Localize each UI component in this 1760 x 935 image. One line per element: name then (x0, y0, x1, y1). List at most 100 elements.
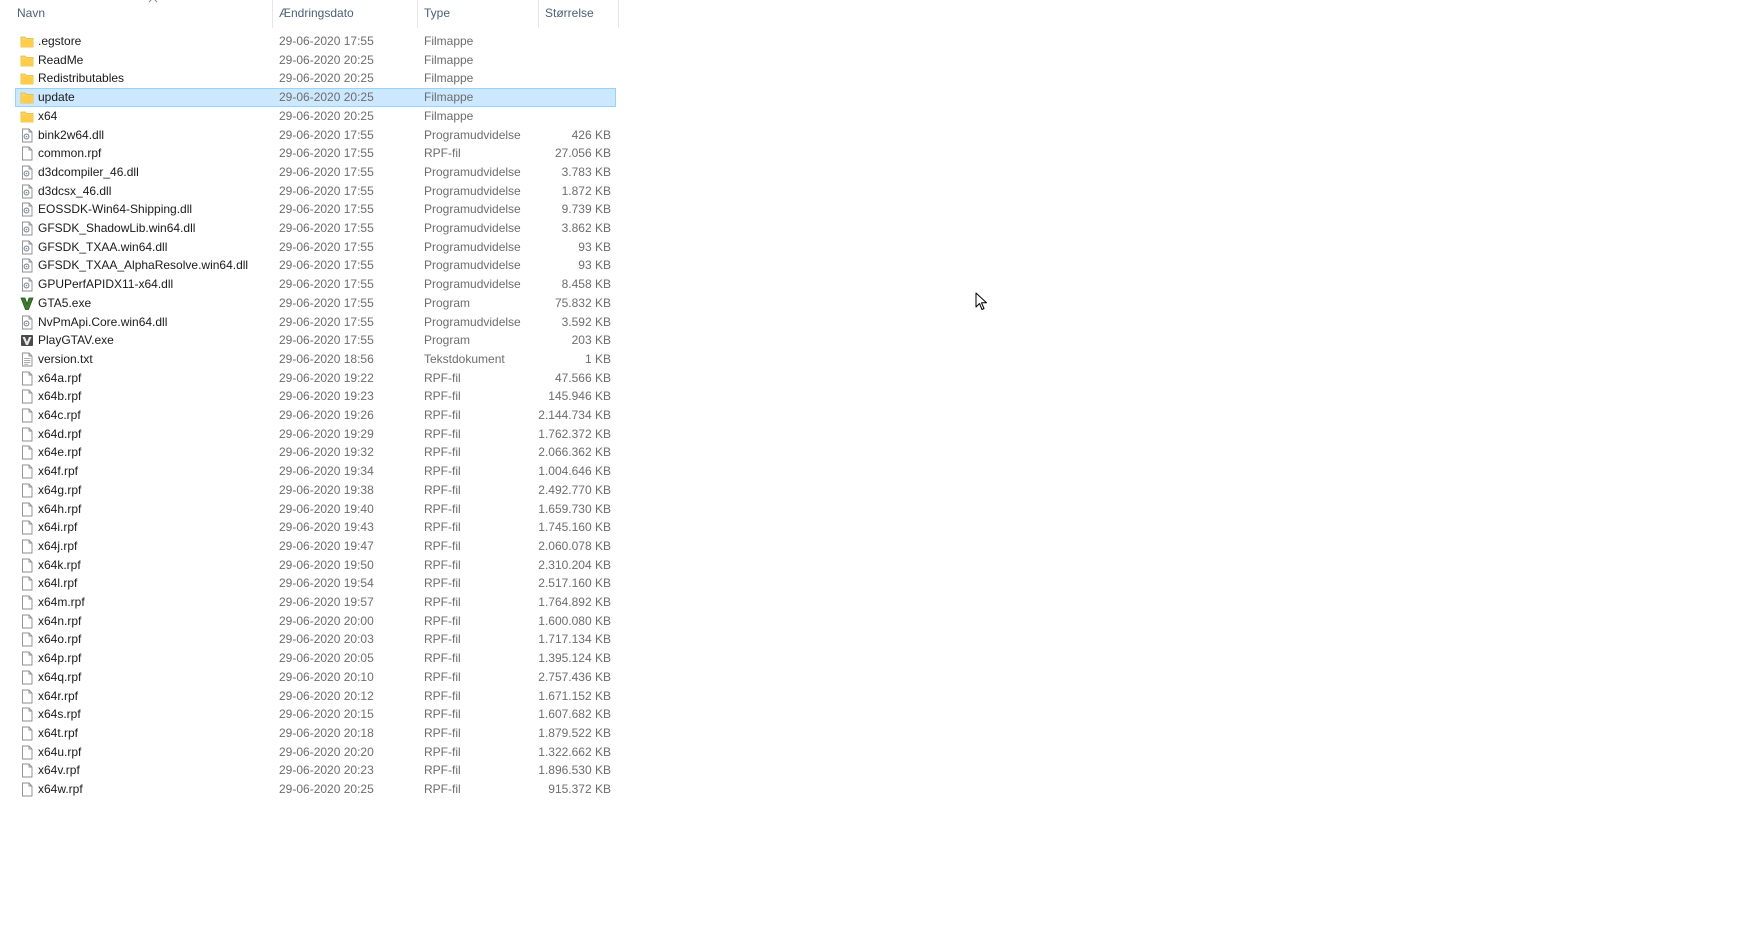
dll-icon (20, 128, 34, 143)
file-type: RPF-fil (424, 651, 461, 666)
file-row[interactable]: version.txt 29-06-2020 18:56 Tekstdokument… (15, 350, 616, 369)
file-type: RPF-fil (424, 408, 461, 422)
file-name: x64c.rpf (38, 408, 81, 422)
file-date: 29-06-2020 19:57 (279, 595, 374, 609)
file-size: 1.872 KB (561, 183, 611, 198)
file-row[interactable]: x64l.rpf 29-06-2020 19:54 RPF-fil 2.517.160… (15, 574, 616, 593)
file-row[interactable]: GTA5.exe 29-06-2020 17:55 Program 75.832 KB (15, 294, 616, 313)
file-date: 29-06-2020 20:12 (279, 688, 374, 703)
file-row[interactable]: d3dcompiler_46.dll 29-06-2020 17:55 Progra… (15, 163, 616, 182)
file-icon (20, 389, 34, 404)
column-header-date[interactable]: Ændringsdato (273, 0, 418, 28)
file-type: RPF-fil (424, 744, 461, 759)
file-size: 1.659.730 KB (538, 501, 611, 516)
file-icon (20, 689, 34, 704)
file-date: 29-06-2020 17:55 (279, 183, 374, 198)
file-icon (20, 782, 34, 797)
file-date: 29-06-2020 17:55 (279, 295, 374, 310)
file-row[interactable]: common.rpf 29-06-2020 17:55 RPF-fil 27.056 … (15, 144, 616, 163)
file-type: RPF-fil (424, 782, 461, 796)
column-header-name[interactable]: Navn (11, 0, 273, 28)
file-row[interactable]: x64w.rpf 29-06-2020 20:25 RPF-fil 915.372 K… (15, 780, 616, 799)
file-type: Programudvidelse (424, 183, 521, 198)
folder-icon (20, 71, 34, 86)
folder-row[interactable]: x64 29-06-2020 20:25 Filmappe (15, 107, 616, 126)
file-name: GPUPerfAPIDX11-x64.dll (38, 277, 174, 292)
file-name: update (38, 90, 75, 105)
file-row[interactable]: NvPmApi.Core.win64.dll 29-06-2020 17:55 Pr… (15, 313, 616, 332)
file-type: Programudvidelse (424, 127, 521, 142)
file-name: x64k.rpf (38, 557, 81, 572)
file-size: 1 KB (584, 351, 611, 366)
file-size: 2.757.436 KB (538, 669, 611, 684)
file-type: Program (424, 295, 471, 310)
file-type: RPF-fil (424, 445, 461, 460)
file-type: RPF-fil (424, 482, 461, 497)
file-row[interactable]: x64a.rpf 29-06-2020 19:22 RPF-fil 47.566 KB (15, 369, 616, 388)
file-row[interactable]: x64n.rpf 29-06-2020 20:00 RPF-fil 1.600.080… (15, 612, 616, 631)
file-icon (20, 539, 34, 554)
folder-row[interactable]: ReadMe 29-06-2020 20:25 Filmappe (15, 51, 616, 70)
file-icon (20, 632, 34, 647)
file-row[interactable]: x64d.rpf 29-06-2020 19:29 RPF-fil 1.762.372… (15, 425, 616, 444)
file-row[interactable]: x64v.rpf 29-06-2020 20:23 RPF-fil 1.896.530… (15, 761, 616, 780)
folder-row[interactable]: Redistributables 29-06-2020 20:25 Filmappe (15, 69, 616, 88)
file-name: bink2w64.dll (38, 127, 105, 142)
file-row[interactable]: GFSDK_ShadowLib.win64.dll 29-06-2020 17:5… (15, 219, 616, 238)
file-date: 29-06-2020 17:55 (279, 314, 374, 329)
file-type: Filmappe (424, 71, 474, 86)
file-size: 1.717.134 KB (538, 632, 611, 647)
file-row[interactable]: GFSDK_TXAA_AlphaResolve.win64.dll 29-06-2… (15, 256, 616, 275)
file-row[interactable]: EOSSDK-Win64-Shipping.dll 29-06-2020 17:5… (15, 200, 616, 219)
file-size: 3.592 KB (561, 314, 611, 329)
file-type: Program (424, 333, 471, 348)
file-row[interactable]: x64s.rpf 29-06-2020 20:15 RPF-fil 1.607.682… (15, 705, 616, 724)
file-size: 1.762.372 KB (538, 426, 611, 441)
file-row[interactable]: x64q.rpf 29-06-2020 20:10 RPF-fil 2.757.436… (15, 668, 616, 687)
file-icon (20, 614, 34, 629)
file-name: x64 (38, 108, 58, 123)
file-row[interactable]: x64h.rpf 29-06-2020 19:40 RPF-fil 1.659.730… (15, 500, 616, 519)
file-icon (20, 502, 34, 517)
file-size: 1.322.662 KB (538, 744, 611, 759)
file-type: RPF-fil (424, 370, 461, 385)
file-type: RPF-fil (424, 613, 461, 628)
file-row[interactable]: x64c.rpf 29-06-2020 19:26 RPF-fil 2.144.734… (15, 406, 616, 425)
column-header-size[interactable]: Størrelse (539, 0, 619, 28)
file-row[interactable]: x64i.rpf 29-06-2020 19:43 RPF-fil 1.745.160… (15, 518, 616, 537)
file-row[interactable]: x64o.rpf 29-06-2020 20:03 RPF-fil 1.717.134… (15, 630, 616, 649)
file-row[interactable]: x64b.rpf 29-06-2020 19:23 RPF-fil 145.946 K… (15, 387, 616, 406)
file-date: 29-06-2020 17:55 (279, 333, 374, 348)
file-size: 75.832 KB (554, 295, 611, 310)
file-name: x64g.rpf (38, 482, 82, 497)
file-name: ReadMe (38, 52, 84, 67)
file-row[interactable]: x64p.rpf 29-06-2020 20:05 RPF-fil 1.395.124… (15, 649, 616, 668)
file-name: x64p.rpf (38, 651, 82, 666)
file-type: RPF-fil (424, 464, 461, 479)
file-size: 1.764.892 KB (538, 595, 611, 609)
file-row[interactable]: x64g.rpf 29-06-2020 19:38 RPF-fil 2.492.770… (15, 481, 616, 500)
file-row[interactable]: bink2w64.dll 29-06-2020 17:55 Programudvid… (15, 126, 616, 145)
folder-row[interactable]: .egstore 29-06-2020 17:55 Filmappe (15, 32, 616, 51)
folder-row[interactable]: update 29-06-2020 20:25 Filmappe (15, 88, 616, 108)
file-size: 1.671.152 KB (538, 688, 611, 703)
file-row[interactable]: d3dcsx_46.dll 29-06-2020 17:55 Programudvi… (15, 182, 616, 201)
file-row[interactable]: x64m.rpf 29-06-2020 19:57 RPF-fil 1.764.892… (15, 593, 616, 612)
file-name: x64w.rpf (38, 782, 83, 796)
column-header-type[interactable]: Type (418, 0, 539, 28)
file-row[interactable]: GPUPerfAPIDX11-x64.dll 29-06-2020 17:55 Pr… (15, 275, 616, 294)
file-row[interactable]: x64r.rpf 29-06-2020 20:12 RPF-fil 1.671.152… (15, 687, 616, 706)
file-name: x64e.rpf (38, 445, 82, 460)
file-row[interactable]: x64f.rpf 29-06-2020 19:34 RPF-fil 1.004.646… (15, 462, 616, 481)
file-date: 29-06-2020 17:55 (279, 258, 374, 273)
file-row[interactable]: x64t.rpf 29-06-2020 20:18 RPF-fil 1.879.522… (15, 724, 616, 743)
file-name: x64q.rpf (38, 669, 82, 684)
file-row[interactable]: x64k.rpf 29-06-2020 19:50 RPF-fil 2.310.204… (15, 556, 616, 575)
file-row[interactable]: GFSDK_TXAA.win64.dll 29-06-2020 17:55 Prog… (15, 238, 616, 257)
file-row[interactable]: x64e.rpf 29-06-2020 19:32 RPF-fil 2.066.362… (15, 443, 616, 462)
file-row[interactable]: PlayGTAV.exe 29-06-2020 17:55 Program 203 K… (15, 331, 616, 350)
file-type: Filmappe (424, 108, 474, 123)
file-date: 29-06-2020 20:20 (279, 744, 374, 759)
file-row[interactable]: x64j.rpf 29-06-2020 19:47 RPF-fil 2.060.078… (15, 537, 616, 556)
file-row[interactable]: x64u.rpf 29-06-2020 20:20 RPF-fil 1.322.662… (15, 743, 616, 762)
